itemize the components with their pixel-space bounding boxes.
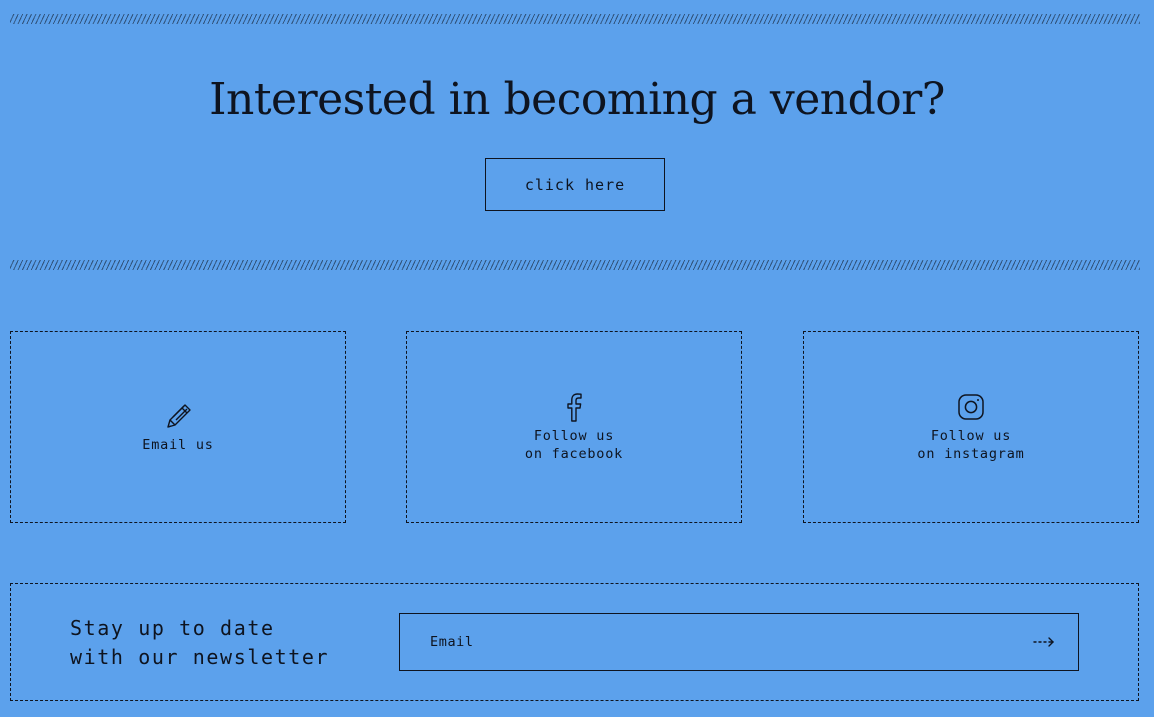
vendor-headline: Interested in becoming a vendor? <box>209 74 945 125</box>
newsletter-title-line2: with our newsletter <box>70 645 330 669</box>
newsletter-title: Stay up to date with our newsletter <box>70 614 329 672</box>
vendor-click-here-button[interactable]: click here <box>485 158 665 211</box>
pencil-icon <box>167 404 191 428</box>
email-us-text: Email us <box>142 437 214 453</box>
facebook-label: Follow us on facebook <box>525 427 623 463</box>
facebook-card[interactable]: Follow us on facebook <box>406 331 742 523</box>
instagram-label-line1: Follow us <box>930 428 1012 444</box>
newsletter-email-field <box>399 613 1079 671</box>
hatch-divider-top <box>10 14 1140 24</box>
newsletter-email-input[interactable] <box>400 614 1000 670</box>
facebook-label-line1: Follow us <box>533 428 615 444</box>
arrow-right-icon[interactable] <box>1032 632 1056 652</box>
newsletter-title-line1: Stay up to date <box>70 616 275 640</box>
email-us-label: Email us <box>142 436 213 454</box>
email-us-card[interactable]: Email us <box>10 331 346 523</box>
instagram-label: Follow us on instagram <box>917 427 1024 463</box>
instagram-card[interactable]: Follow us on instagram <box>803 331 1139 523</box>
facebook-icon <box>567 393 582 422</box>
newsletter-section: Stay up to date with our newsletter <box>10 583 1139 701</box>
instagram-label-line2: on instagram <box>917 446 1025 462</box>
instagram-icon <box>958 394 984 420</box>
hatch-divider-middle <box>10 260 1140 270</box>
facebook-label-line2: on facebook <box>524 446 624 462</box>
